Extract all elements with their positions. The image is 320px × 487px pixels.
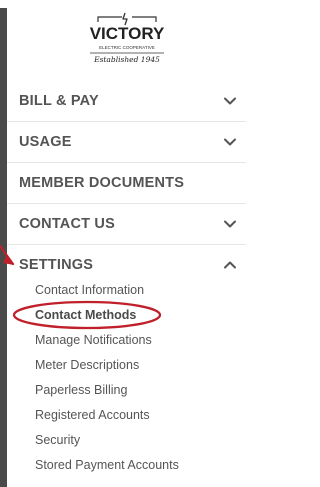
chevron-down-icon[interactable] bbox=[223, 96, 237, 106]
settings-item-manage-notifications[interactable]: Manage Notifications bbox=[35, 333, 152, 347]
settings-item-contact-information[interactable]: Contact Information bbox=[35, 283, 144, 297]
logo-established: Established 1945 bbox=[93, 55, 160, 64]
settings-item-registered-accounts[interactable]: Registered Accounts bbox=[35, 408, 150, 422]
settings-item-contact-methods[interactable]: Contact Methods bbox=[35, 308, 136, 322]
chevron-up-icon[interactable] bbox=[223, 260, 237, 270]
nav-item-usage[interactable]: USAGE bbox=[7, 122, 246, 162]
nav-item-label: MEMBER DOCUMENTS bbox=[19, 175, 185, 191]
nav-item-member-documents[interactable]: MEMBER DOCUMENTS bbox=[7, 163, 246, 203]
chevron-down-icon[interactable] bbox=[223, 219, 237, 229]
nav-drawer: VICTORY ELECTRIC COOPERATIVE Established… bbox=[7, 0, 246, 487]
backdrop-edge bbox=[0, 0, 7, 8]
page-backdrop bbox=[0, 0, 7, 487]
logo-tagline: ELECTRIC COOPERATIVE bbox=[99, 45, 155, 50]
nav-item-label: CONTACT US bbox=[19, 216, 115, 232]
chevron-down-icon[interactable] bbox=[223, 137, 237, 147]
nav-item-settings[interactable]: SETTINGS bbox=[7, 245, 246, 285]
settings-item-meter-descriptions[interactable]: Meter Descriptions bbox=[35, 358, 139, 372]
nav-item-label: SETTINGS bbox=[19, 257, 94, 273]
nav-item-bill-pay[interactable]: BILL & PAY bbox=[7, 81, 246, 121]
settings-item-stored-payment-accounts[interactable]: Stored Payment Accounts bbox=[35, 458, 179, 472]
logo-name: VICTORY bbox=[90, 24, 165, 43]
nav-item-contact-us[interactable]: CONTACT US bbox=[7, 204, 246, 244]
settings-item-security[interactable]: Security bbox=[35, 433, 80, 447]
nav-item-label: USAGE bbox=[19, 134, 72, 150]
settings-item-paperless-billing[interactable]: Paperless Billing bbox=[35, 383, 127, 397]
nav-item-label: BILL & PAY bbox=[19, 93, 99, 109]
victory-logo[interactable]: VICTORY ELECTRIC COOPERATIVE Established… bbox=[84, 8, 170, 68]
